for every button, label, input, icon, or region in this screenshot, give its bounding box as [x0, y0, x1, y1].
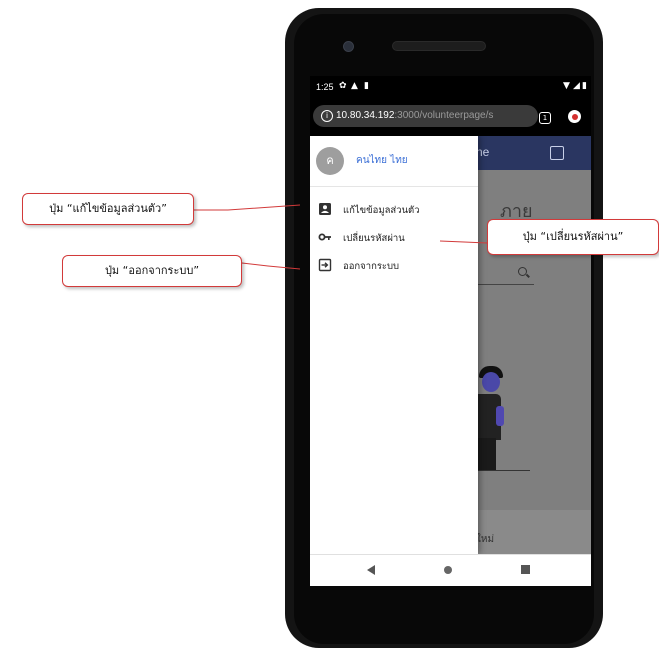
- annotation-edit-profile: ปุ่ม “แก้ไขข้อมูลส่วนตัว”: [22, 193, 194, 225]
- annotation-lines: [193, 204, 488, 270]
- annotation-logout: ปุ่ม “ออกจากระบบ”: [62, 255, 242, 287]
- annotation-change-password: ปุ่ม “เปลี่ยนรหัสผ่าน”: [487, 219, 659, 255]
